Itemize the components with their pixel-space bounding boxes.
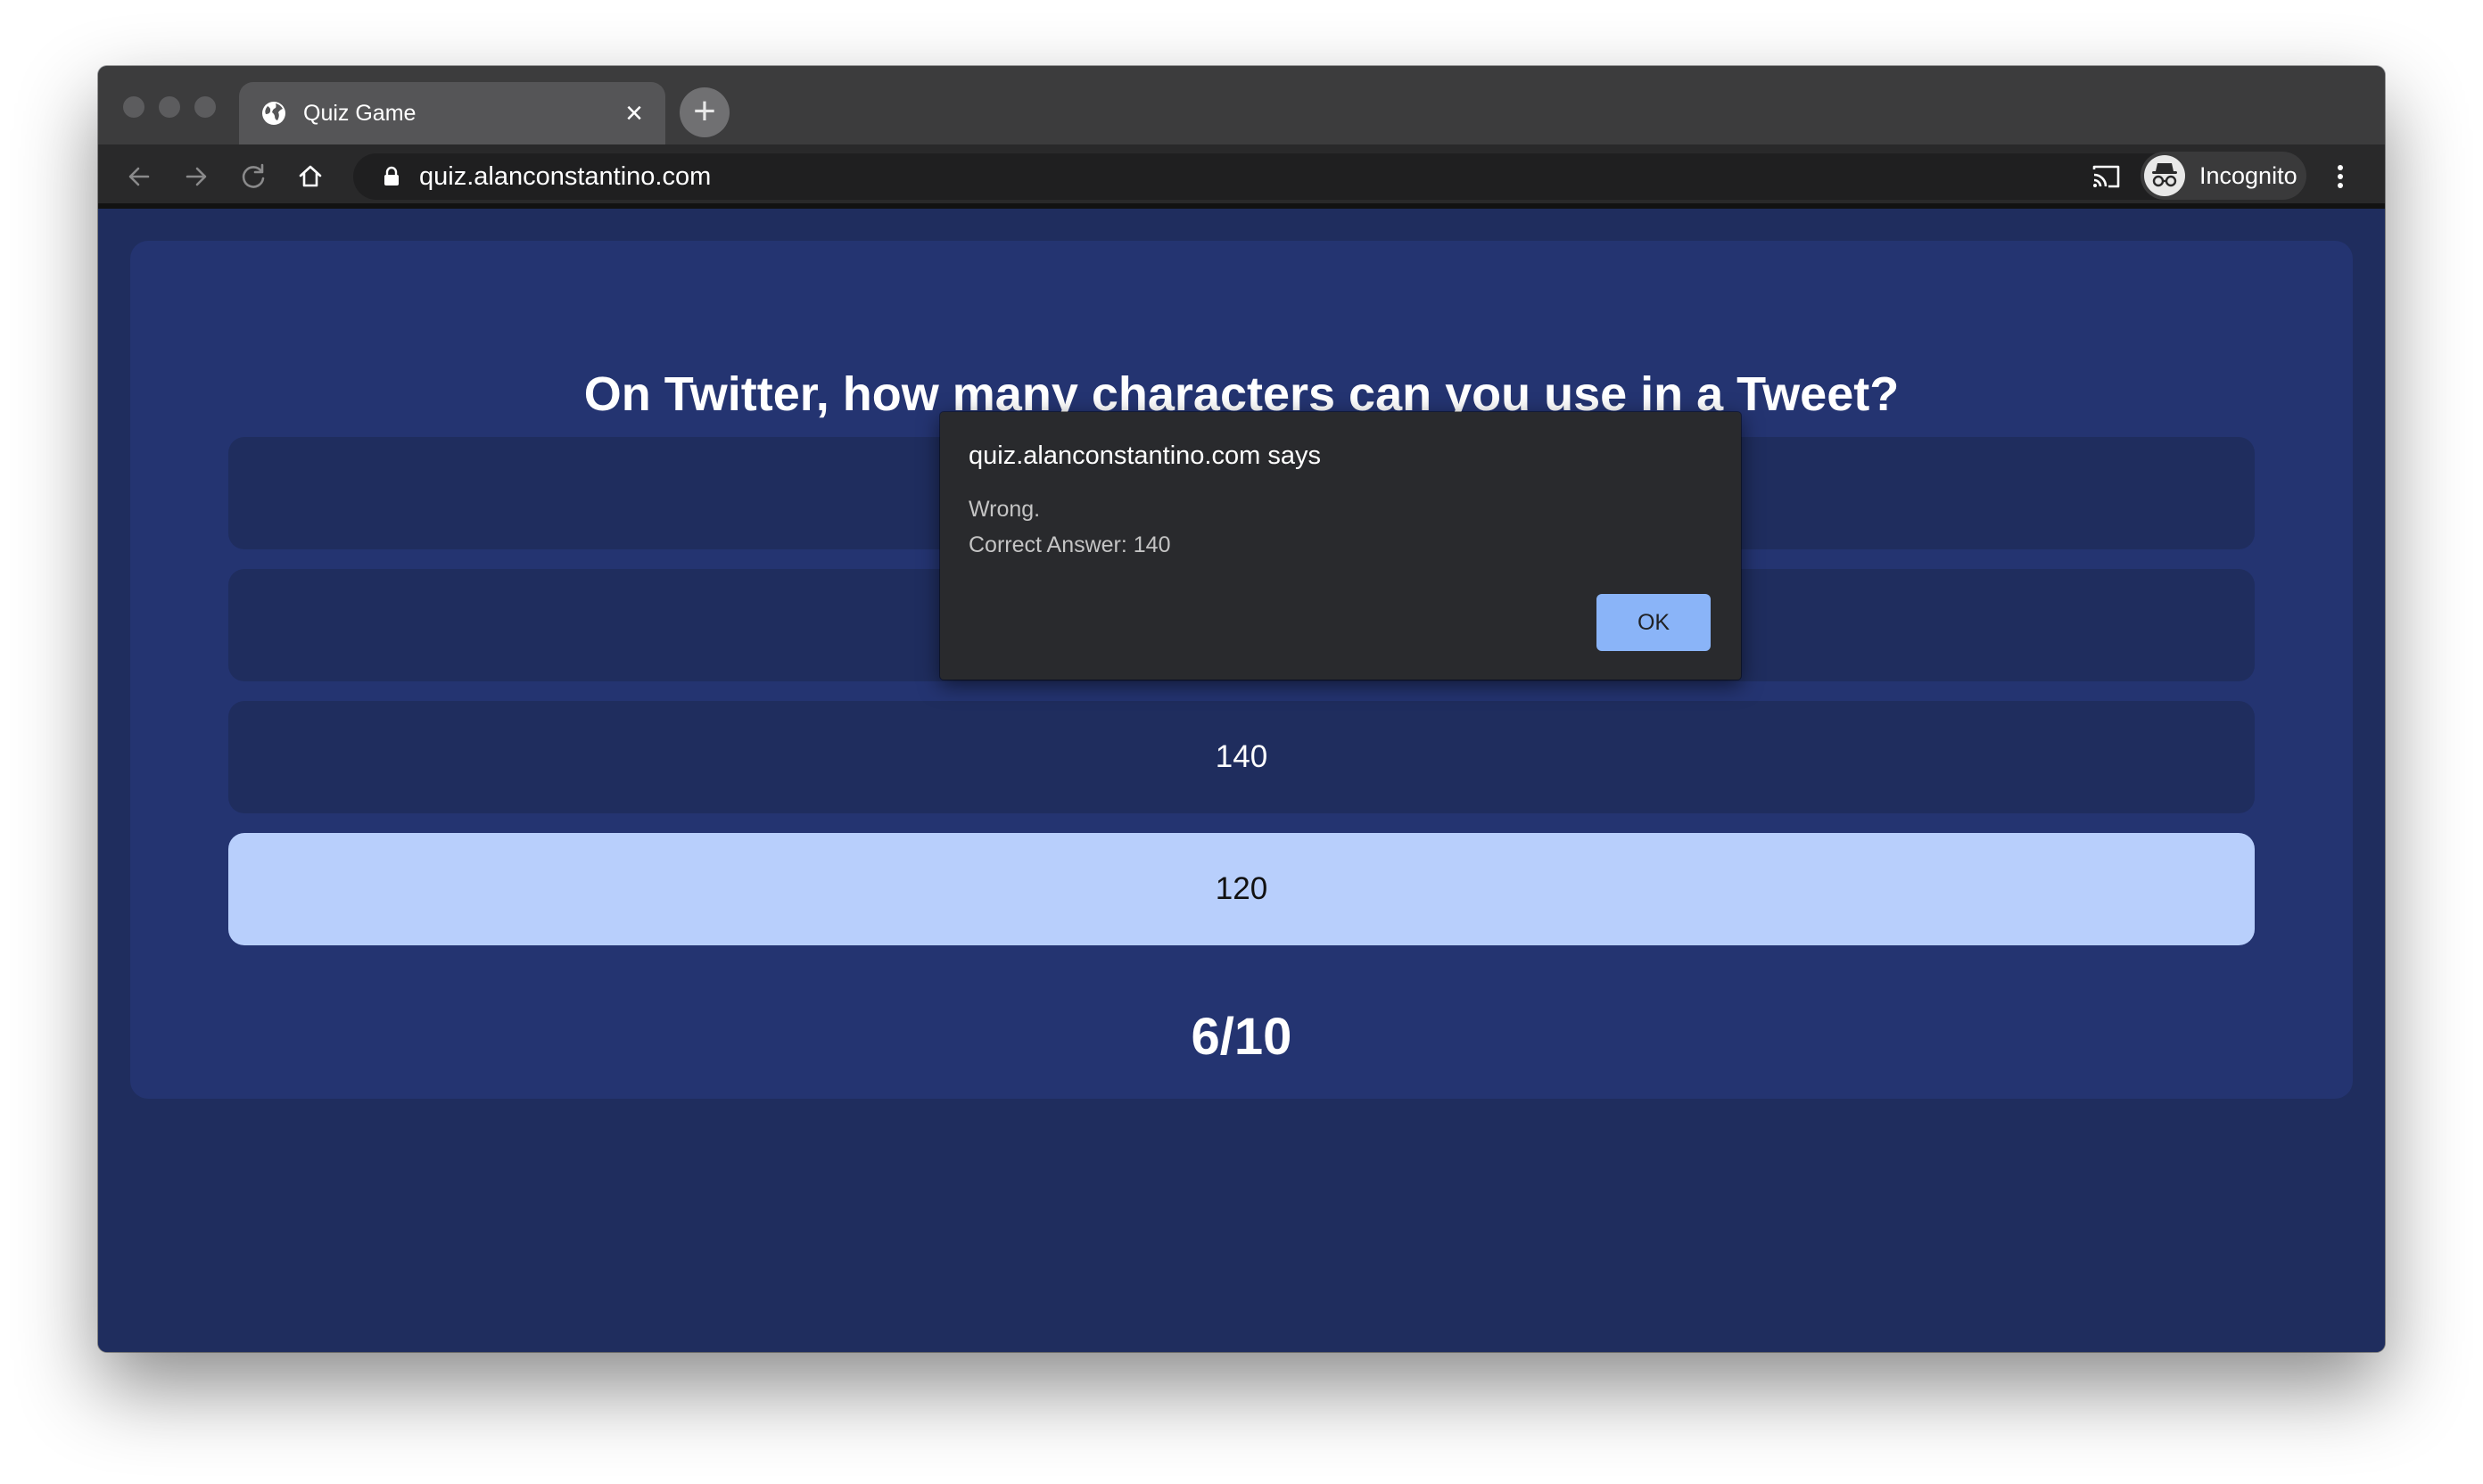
browser-window: Quiz Game × + quiz.alanconstantino.com I… [98,66,2385,1352]
quiz-score: 6/10 [1191,1008,1292,1066]
back-arrow-icon[interactable] [121,159,157,194]
alert-title: quiz.alanconstantino.com says [969,441,1321,470]
tab-strip: Quiz Game × + [98,66,2385,144]
incognito-label: Incognito [2199,162,2297,189]
browser-toolbar: quiz.alanconstantino.com Incognito [98,144,2385,209]
lock-icon [384,166,399,186]
window-close-dot[interactable] [123,96,144,118]
reload-icon[interactable] [235,159,271,194]
incognito-icon [2144,155,2185,196]
window-zoom-dot[interactable] [194,96,216,118]
globe-icon [262,102,285,125]
forward-arrow-icon[interactable] [178,159,214,194]
tab-quiz-game[interactable]: Quiz Game × [239,82,665,144]
home-icon[interactable] [293,159,328,194]
address-url[interactable]: quiz.alanconstantino.com [419,162,711,191]
tab-title: Quiz Game [303,101,417,126]
alert-dialog: quiz.alanconstantino.com says Wrong. Cor… [940,412,1741,680]
alert-message-result: Wrong. [969,497,1041,522]
cast-icon[interactable] [2089,161,2123,193]
answer-option[interactable]: 140 [228,701,2255,813]
address-bar[interactable]: quiz.alanconstantino.com [353,153,2221,200]
alert-message-correct-answer: Correct Answer: 140 [969,532,1171,557]
window-minimize-dot[interactable] [159,96,180,118]
page-content: On Twitter, how many characters can you … [98,209,2385,1352]
answer-option-selected[interactable]: 120 [228,833,2255,945]
ok-button[interactable]: OK [1596,594,1711,651]
incognito-profile-button[interactable]: Incognito [2141,152,2306,200]
more-menu-icon[interactable] [2331,159,2349,194]
tab-close-icon[interactable]: × [621,98,648,128]
new-tab-button[interactable]: + [680,87,730,137]
